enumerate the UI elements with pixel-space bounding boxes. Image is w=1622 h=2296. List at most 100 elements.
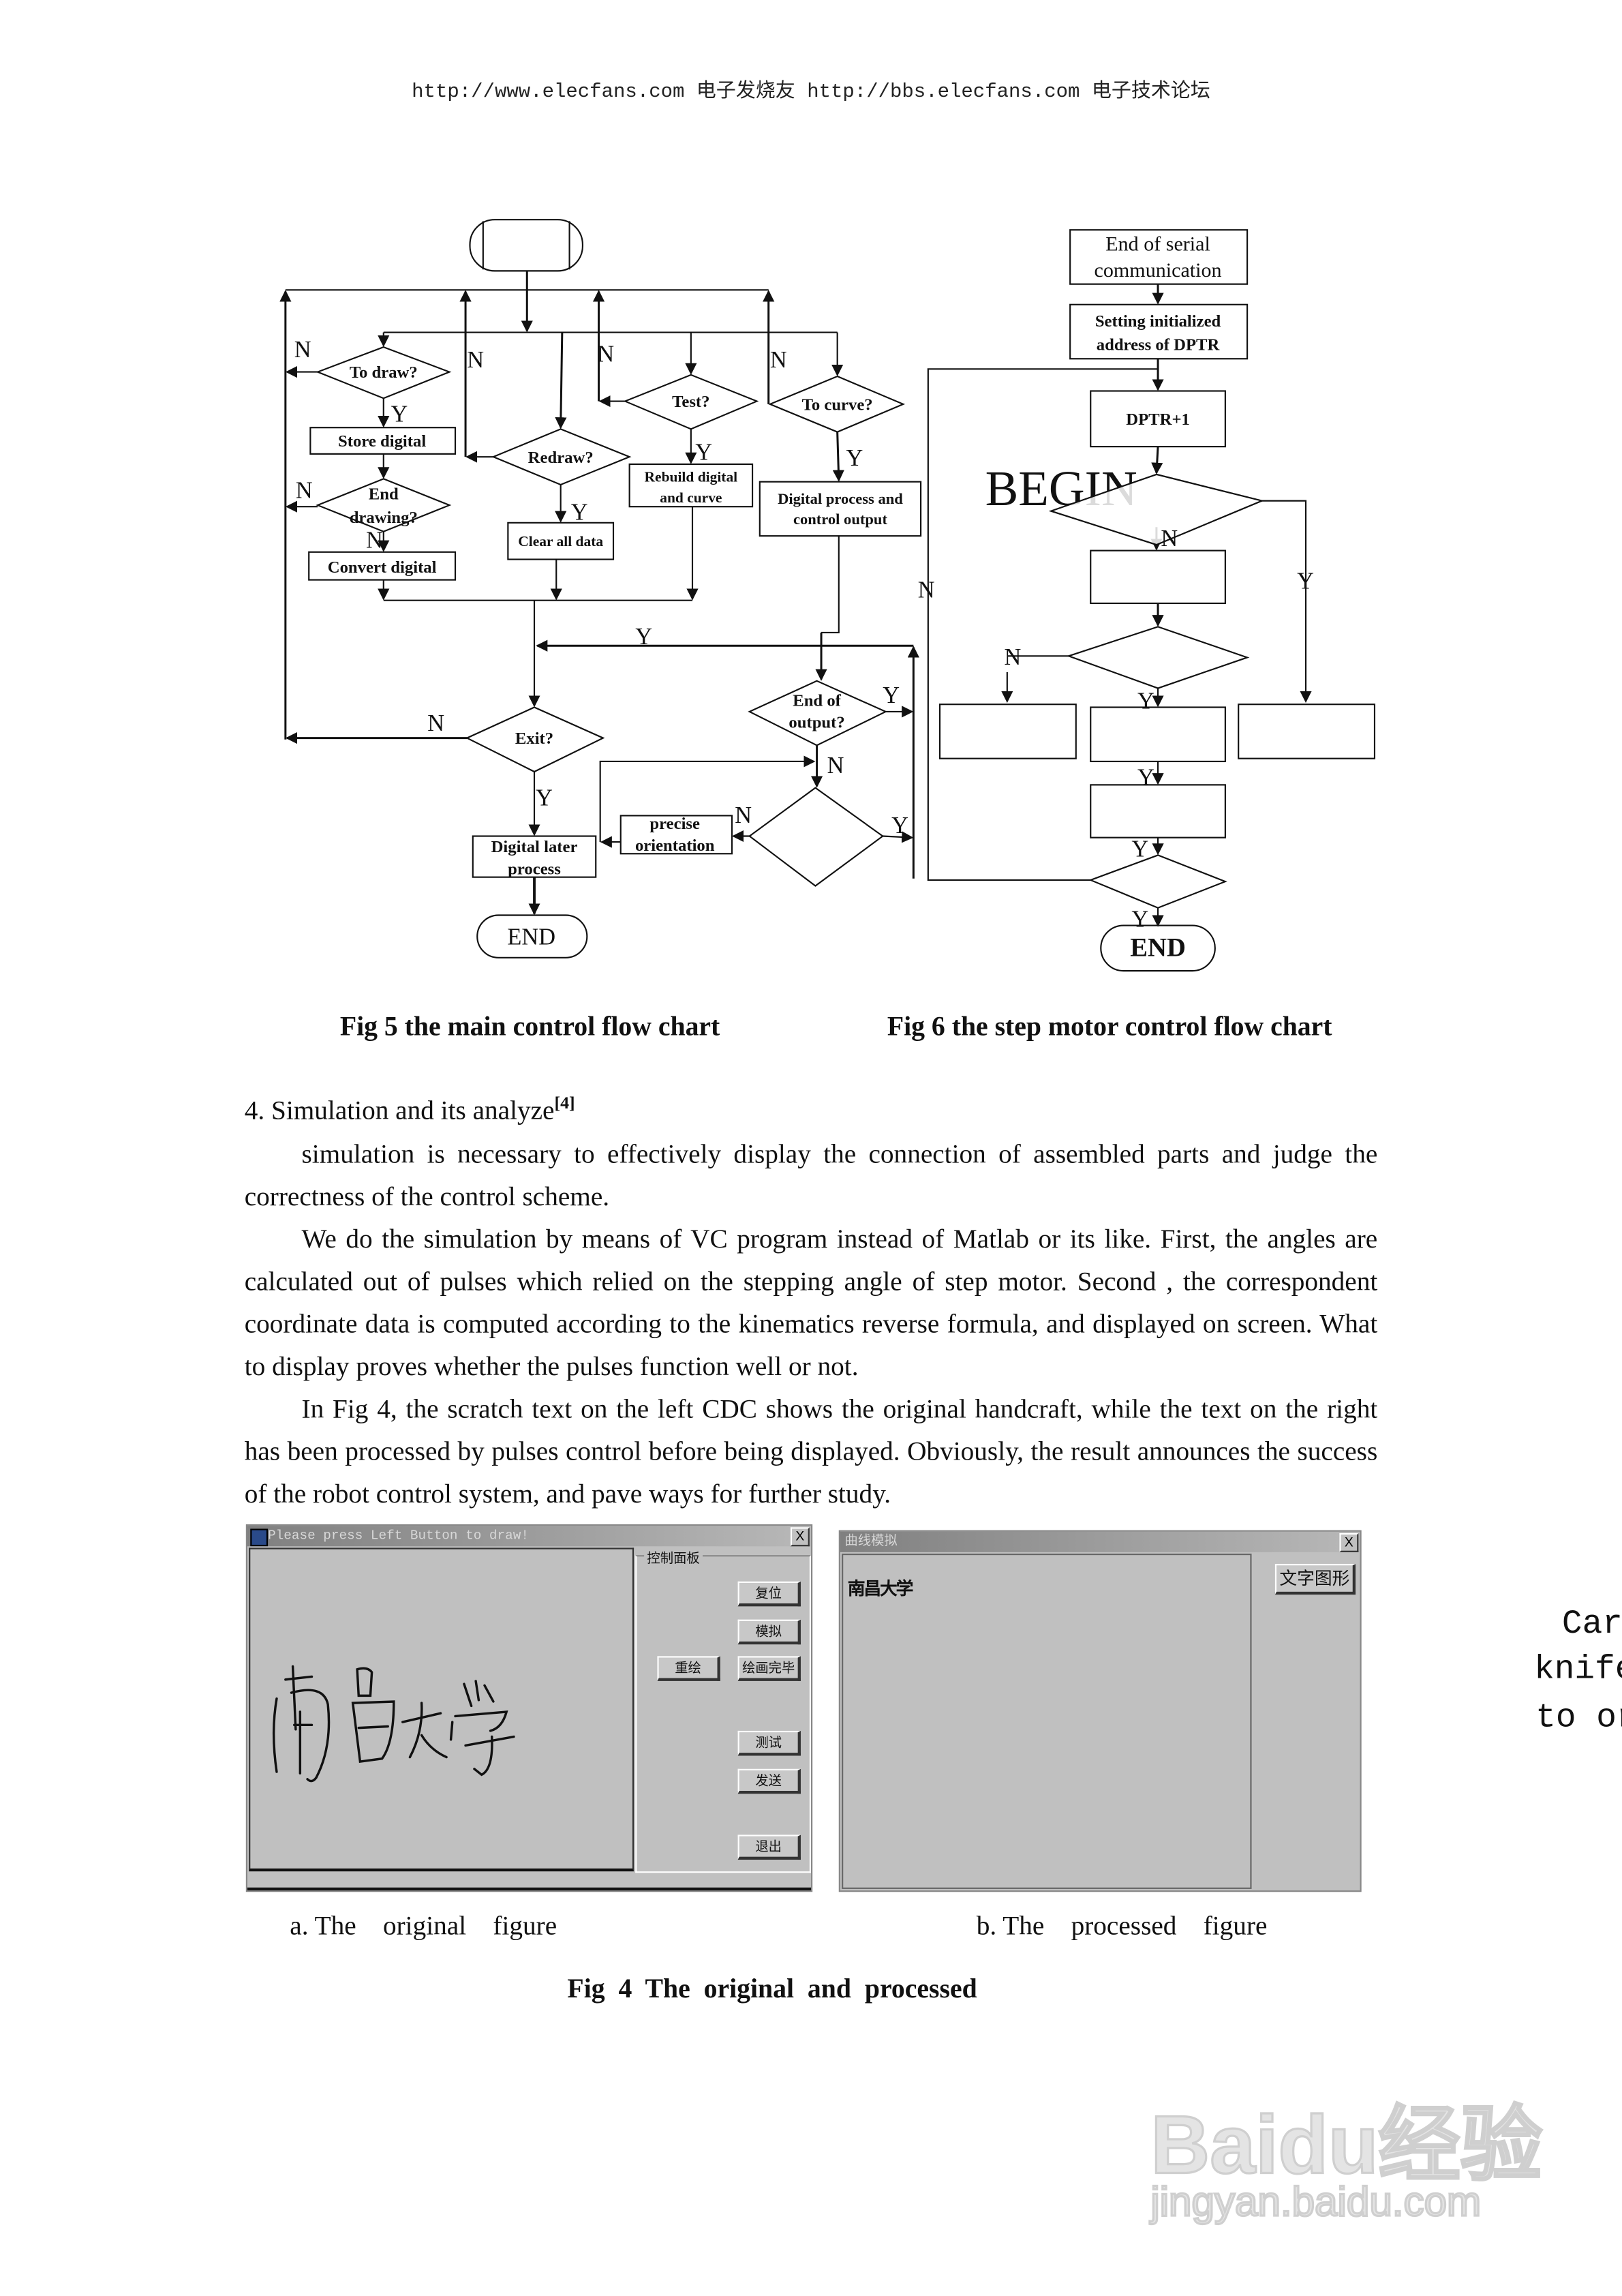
no-label: N xyxy=(1161,526,1178,552)
reference-link[interactable]: [4] xyxy=(554,1092,575,1113)
test-button[interactable]: 测试 xyxy=(737,1730,801,1756)
text-graphic-button[interactable]: 文字图形 xyxy=(1274,1564,1356,1595)
yes-label: Y xyxy=(1137,764,1154,790)
end-drawing-label-1: End xyxy=(369,485,399,503)
body-text: simulation is necessary to effectively d… xyxy=(245,1134,1378,1516)
process-box-1 xyxy=(1090,549,1226,605)
redraw-button[interactable]: 重绘 xyxy=(657,1656,720,1681)
window-title: 曲线模拟 xyxy=(844,1535,898,1550)
decision-3 xyxy=(1088,854,1227,909)
yes-label: Y xyxy=(695,439,712,465)
cut-off-text: Car xyxy=(1561,1605,1622,1644)
output-text: 南昌大学 xyxy=(847,1578,914,1599)
decision-2 xyxy=(1066,626,1250,689)
yes-label: Y xyxy=(1137,689,1154,714)
start-terminator xyxy=(469,219,583,272)
send-button[interactable]: 发送 xyxy=(737,1768,801,1794)
setting-label-1: Setting initialized xyxy=(1095,312,1221,331)
precise-orientation-label-1: precise xyxy=(649,815,700,833)
baidu-watermark-url: jingyan.baidu.com xyxy=(1150,2178,1482,2226)
test-label: Test? xyxy=(672,393,709,411)
close-button[interactable]: X xyxy=(790,1527,810,1547)
document-page: http://www.elecfans.com 电子发烧友 http://bbs… xyxy=(0,0,1622,2296)
reset-button[interactable]: 复位 xyxy=(737,1581,801,1607)
no-label: N xyxy=(770,347,787,373)
yes-label: Y xyxy=(391,402,408,427)
end-label: END xyxy=(507,924,555,950)
cut-off-text: knife xyxy=(1534,1650,1622,1689)
setting-label-2: address of DPTR xyxy=(1097,335,1221,354)
no-label: N xyxy=(827,753,844,779)
close-button[interactable]: X xyxy=(1339,1532,1359,1552)
paragraph: We do the simulation by means of VC prog… xyxy=(244,1224,1378,1381)
to-curve-label: To curve? xyxy=(802,395,873,414)
to-draw-label: To draw? xyxy=(350,363,418,382)
no-label: N xyxy=(427,710,444,736)
no-label: N xyxy=(1005,644,1022,670)
digital-later-label-1: Digital later xyxy=(491,838,578,856)
no-label: N xyxy=(597,342,614,367)
precise-orientation-label-2: orientation xyxy=(635,836,715,855)
drawing-window: Please press Left Button to draw! X 控制面板… xyxy=(245,1524,813,1892)
section-title: 4. Simulation and its analyze xyxy=(244,1095,555,1125)
no-label: N xyxy=(296,477,313,503)
window-title: Please press Left Button to draw! xyxy=(268,1528,529,1543)
end-label-fig6: END xyxy=(1130,934,1186,963)
dptr-label: DPTR+1 xyxy=(1126,410,1190,429)
clear-all-data-label: Clear all data xyxy=(518,533,603,549)
subcaption-a: a. The original figure xyxy=(290,1911,557,1941)
fig5-caption: Fig 5 the main control flow chart xyxy=(340,1012,720,1042)
digital-process-label-1: Digital process and xyxy=(778,490,903,507)
no-label: N xyxy=(366,527,383,553)
end-drawing-label-2: drawing? xyxy=(350,509,418,527)
yes-label: Y xyxy=(1297,568,1314,594)
exit-button[interactable]: 退出 xyxy=(737,1834,801,1860)
flowcharts: To draw? Store digital End drawing? Conv… xyxy=(279,219,1376,1042)
end-serial-label-2: communication xyxy=(1095,258,1222,282)
yes-label: Y xyxy=(883,682,900,708)
process-box-right xyxy=(1238,704,1376,759)
paragraph: simulation is necessary to effectively d… xyxy=(244,1139,1378,1211)
title-bar: 曲线模拟 xyxy=(840,1531,1360,1552)
process-box-left xyxy=(938,704,1077,759)
cut-off-text: to or xyxy=(1535,1698,1622,1737)
yes-label: Y xyxy=(536,785,553,811)
output-canvas: 南昌大学 xyxy=(842,1554,1252,1889)
redraw-label: Redraw? xyxy=(528,449,594,467)
digital-process-label-2: control output xyxy=(793,511,888,528)
rebuild-label-1: Rebuild digital xyxy=(645,469,738,485)
digital-later-label-2: process xyxy=(508,860,561,878)
process-box-2 xyxy=(1090,784,1226,839)
no-label: N xyxy=(294,337,311,363)
exit-label: Exit? xyxy=(515,729,553,748)
no-label: N xyxy=(467,347,484,373)
end-of-output-label-2: output? xyxy=(789,714,844,732)
group-label: 控制面板 xyxy=(644,1547,703,1567)
no-label: N xyxy=(918,577,935,603)
yes-label: Y xyxy=(571,500,588,526)
convert-digital-label: Convert digital xyxy=(328,558,437,577)
yes-label: Y xyxy=(1131,907,1148,933)
unlabeled-decision xyxy=(748,787,885,887)
app-icon xyxy=(250,1528,269,1547)
no-label: N xyxy=(735,802,752,828)
yes-label: Y xyxy=(846,445,863,471)
bottom-border xyxy=(247,1887,811,1891)
fig4-caption: Fig 4 The original and processed xyxy=(567,1975,977,2005)
title-bar: Please press Left Button to draw! xyxy=(247,1526,811,1547)
curve-simulation-window: 曲线模拟 X 南昌大学 文字图形 xyxy=(838,1530,1362,1892)
handwriting-drawing xyxy=(272,1665,515,1783)
section-heading: 4. Simulation and its analyze[4] xyxy=(245,1092,575,1126)
simulate-button[interactable]: 模拟 xyxy=(737,1619,801,1645)
fig5-main-flowchart xyxy=(279,219,922,958)
rebuild-label-2: and curve xyxy=(660,489,722,506)
yes-label: Y xyxy=(635,624,652,650)
end-of-output-label-1: End of xyxy=(793,691,841,710)
subcaption-b: b. The processed figure xyxy=(976,1911,1268,1941)
finish-drawing-button[interactable]: 绘画完毕 xyxy=(737,1656,801,1681)
store-digital-label: Store digital xyxy=(338,432,426,451)
paragraph: In Fig 4, the scratch text on the left C… xyxy=(244,1393,1378,1509)
yes-label: Y xyxy=(1131,836,1148,862)
drawing-canvas[interactable] xyxy=(249,1547,634,1872)
process-box-middle xyxy=(1090,706,1226,763)
